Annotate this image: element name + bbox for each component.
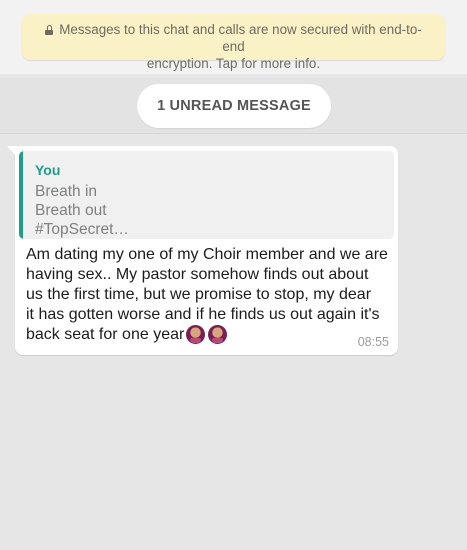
message-last-line: back seat for one year [26, 325, 394, 345]
quoted-message-line: #TopSecret… [35, 221, 129, 238]
quote-accent-bar [19, 151, 23, 239]
person-facepalming-emoji-icon [208, 325, 228, 344]
quoted-message[interactable]: You Breath in Breath out #TopSecret… [19, 151, 394, 239]
encryption-notice-text-1: Messages to this chat and calls are now … [59, 22, 422, 54]
lock-icon [45, 25, 54, 35]
message-timestamp: 08:55 [357, 335, 389, 349]
person-facepalming-emoji-icon [186, 325, 206, 344]
quoted-message-author: You [35, 162, 61, 178]
message-line: it has gotten worse and if he finds us o… [26, 306, 380, 323]
unread-divider: 1 UNREAD MESSAGE [0, 78, 467, 134]
encryption-notice-line-2: encryption. Tap for more info. [146, 56, 321, 71]
encryption-notice-line-1: Messages to this chat and calls are now … [36, 21, 431, 55]
message-line: Am dating my one of my Choir member and … [26, 246, 388, 263]
message-body: Am dating my one of my Choir member and … [26, 245, 394, 345]
unread-messages-pill: 1 UNREAD MESSAGE [137, 84, 331, 128]
quoted-message-line: Breath in [35, 183, 98, 200]
message-line: us the first time, but we promise to sto… [26, 286, 372, 303]
message-line: having sex.. My pastor somehow finds out… [26, 266, 369, 283]
emoji-group [186, 325, 230, 350]
quoted-message-line: Breath out [35, 202, 107, 219]
incoming-message-bubble[interactable]: You Breath in Breath out #TopSecret… Am … [15, 146, 398, 355]
message-line: back seat for one year [26, 326, 185, 343]
encryption-notice-banner[interactable]: Messages to this chat and calls are now … [22, 14, 445, 71]
